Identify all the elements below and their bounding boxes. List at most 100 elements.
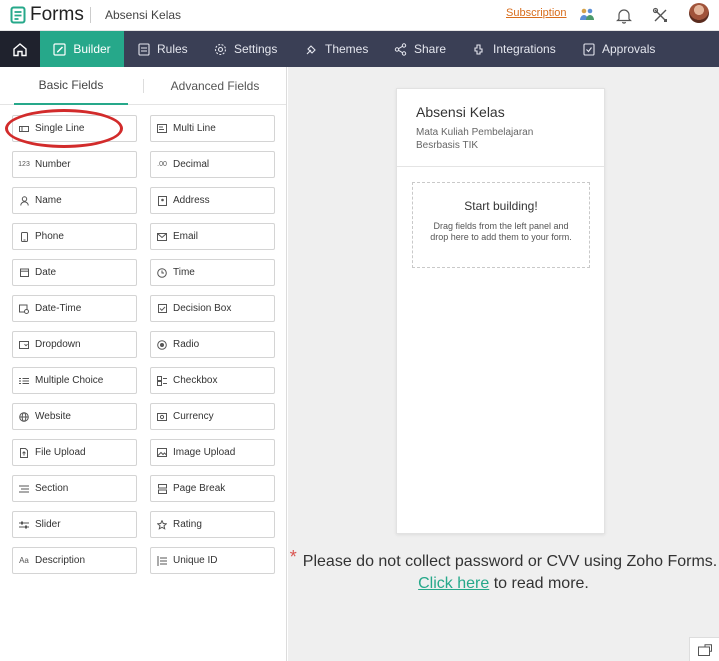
decimal-icon: .00	[157, 161, 167, 168]
field-label: Image Upload	[173, 447, 236, 458]
notice-text-after: to read more.	[493, 575, 589, 592]
tab-integrations[interactable]: Integrations	[463, 31, 566, 67]
tab-advanced-fields[interactable]: Advanced Fields	[158, 67, 272, 105]
multiple-choice-icon	[19, 376, 29, 386]
feedback-icon	[697, 643, 712, 656]
field-radio[interactable]: Radio	[150, 331, 275, 358]
tab-approvals[interactable]: Approvals	[573, 31, 665, 67]
field-decision-box[interactable]: Decision Box	[150, 295, 275, 322]
app-logo[interactable]: Forms	[10, 4, 84, 26]
field-multi-line[interactable]: Multi Line	[150, 115, 275, 142]
app-name: Forms	[30, 4, 84, 25]
tab-builder[interactable]: Builder	[40, 31, 124, 67]
field-date-time[interactable]: Date-Time	[12, 295, 137, 322]
tab-settings[interactable]: Settings	[204, 31, 287, 67]
field-checkbox[interactable]: Checkbox	[150, 367, 275, 394]
field-label: Decision Box	[173, 303, 232, 314]
field-unique-id[interactable]: Unique ID	[150, 547, 275, 574]
tab-settings-label: Settings	[234, 42, 278, 56]
home-icon	[13, 42, 27, 56]
home-button[interactable]	[0, 31, 40, 67]
tab-basic-fields[interactable]: Basic Fields	[14, 67, 128, 105]
field-label: Date	[35, 267, 57, 278]
field-tabs: Basic Fields Advanced Fields	[0, 67, 286, 105]
file-upload-icon	[19, 447, 29, 458]
field-label: Date-Time	[35, 303, 82, 314]
main-nav: Builder Rules Settings Themes Share Inte…	[0, 31, 719, 67]
field-page-break[interactable]: Page Break	[150, 475, 275, 502]
field-phone[interactable]: Phone	[12, 223, 137, 250]
tab-rules[interactable]: Rules	[128, 31, 198, 67]
field-section[interactable]: Section	[12, 475, 137, 502]
field-label: Address	[173, 195, 210, 206]
star-icon	[157, 519, 167, 530]
date-time-icon	[19, 304, 29, 314]
field-decimal[interactable]: .00 Decimal	[150, 151, 275, 178]
field-website[interactable]: Website	[12, 403, 137, 430]
subscription-link[interactable]: Subscription	[506, 7, 567, 19]
field-date[interactable]: Date	[12, 259, 137, 286]
multi-line-icon	[157, 124, 167, 134]
bell-icon[interactable]	[613, 4, 635, 26]
avatar[interactable]	[689, 3, 709, 23]
drop-zone[interactable]: Start building! Drag fields from the lef…	[412, 182, 590, 268]
team-icon[interactable]	[576, 4, 598, 26]
feedback-button[interactable]	[689, 637, 719, 661]
form-preview: Absensi Kelas Mata Kuliah Pembelajaran B…	[396, 88, 605, 534]
tab-integrations-label: Integrations	[493, 42, 556, 56]
tools-icon[interactable]	[649, 4, 671, 26]
field-label: Section	[35, 483, 69, 494]
tab-themes-label: Themes	[325, 42, 369, 56]
form-title[interactable]: Absensi Kelas	[416, 104, 505, 120]
field-description[interactable]: Aa Description	[12, 547, 137, 574]
page-break-icon	[157, 483, 167, 494]
unique-id-icon	[157, 555, 167, 566]
field-label: Slider	[35, 519, 61, 530]
field-label: Unique ID	[173, 555, 218, 566]
form-subtitle[interactable]: Mata Kuliah Pembelajaran Besrbasis TIK	[416, 126, 576, 152]
gear-icon	[214, 43, 227, 55]
field-address[interactable]: Address	[150, 187, 275, 214]
field-multiple-choice[interactable]: Multiple Choice	[12, 367, 137, 394]
field-label: Description	[35, 555, 86, 566]
share-icon	[394, 42, 407, 56]
field-label: Website	[35, 411, 71, 422]
field-image-upload[interactable]: Image Upload	[150, 439, 275, 466]
divider	[90, 7, 91, 23]
field-name[interactable]: Name	[12, 187, 137, 214]
field-currency[interactable]: Currency	[150, 403, 275, 430]
field-dropdown[interactable]: Dropdown	[12, 331, 137, 358]
field-label: Checkbox	[173, 375, 218, 386]
forms-logo-icon	[10, 6, 26, 24]
rules-icon	[138, 42, 150, 56]
tab-share-label: Share	[414, 42, 447, 56]
drop-zone-title: Start building!	[464, 199, 538, 213]
field-palette: Basic Fields Advanced Fields Single Line…	[0, 67, 287, 661]
person-icon	[19, 195, 29, 206]
section-icon	[19, 484, 29, 494]
notice-text: Please do not collect password or CVV us…	[302, 553, 718, 570]
tab-themes[interactable]: Themes	[295, 31, 378, 67]
checkbox-icon	[157, 375, 167, 386]
field-number[interactable]: 123 Number	[12, 151, 137, 178]
field-label: Phone	[35, 231, 64, 242]
field-label: Dropdown	[35, 339, 81, 350]
clock-icon	[157, 267, 167, 278]
field-label: Name	[35, 195, 62, 206]
dropdown-icon	[19, 340, 29, 350]
field-slider[interactable]: Slider	[12, 511, 137, 538]
form-canvas: Absensi Kelas Mata Kuliah Pembelajaran B…	[288, 67, 719, 661]
tab-share[interactable]: Share	[384, 31, 456, 67]
field-label: Page Break	[173, 483, 226, 494]
field-rating[interactable]: Rating	[150, 511, 275, 538]
click-here-link[interactable]: Click here	[418, 575, 489, 592]
field-file-upload[interactable]: File Upload	[12, 439, 137, 466]
approvals-icon	[583, 42, 595, 56]
form-header[interactable]: Absensi Kelas Mata Kuliah Pembelajaran B…	[397, 89, 604, 167]
field-label: Currency	[173, 411, 214, 422]
form-name: Absensi Kelas	[105, 8, 182, 22]
field-label: Decimal	[173, 159, 210, 170]
field-email[interactable]: Email	[150, 223, 275, 250]
field-label: Radio	[173, 339, 200, 350]
field-time[interactable]: Time	[150, 259, 275, 286]
